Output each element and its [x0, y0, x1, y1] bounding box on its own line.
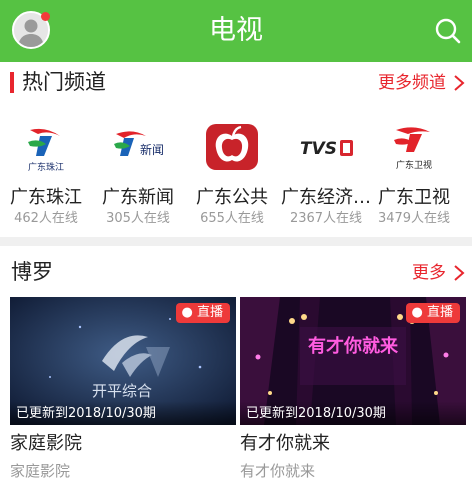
boluo-title: 博罗 [11, 260, 53, 284]
channel-item-guangdong-economy[interactable]: TVS 广东经济… 2367人在线 [280, 104, 372, 232]
svg-text:TVS: TVS [300, 139, 337, 159]
channel-name: 广东经济… [281, 187, 371, 208]
tvs-logo-icon: TVS [300, 139, 353, 159]
channel-online-count: 462人在线 [14, 211, 78, 226]
apple-logo-icon [206, 124, 258, 170]
svg-text:新闻: 新闻 [140, 142, 164, 157]
channel-online-count: 3479人在线 [377, 211, 451, 226]
page-title: 电视 [209, 15, 263, 46]
channel-name: 广东珠江 [10, 187, 82, 208]
channel-item-guangdong-public[interactable]: 广东公共 655人在线 [186, 104, 278, 232]
section-divider [0, 237, 472, 246]
live-badge: ● 直播 [405, 303, 460, 323]
channel-item-guangdong-news[interactable]: 新闻 广东新闻 305人在线 [92, 104, 184, 232]
program-card[interactable]: 开平综合 ● 直播 已更新到2018/10/30期 家庭影院 家庭影院 [10, 297, 236, 481]
search-icon[interactable] [434, 17, 462, 45]
channel-name: 广东新闻 [102, 187, 174, 208]
more-link[interactable]: 更多 [412, 262, 446, 284]
program-subtitle: 家庭影院 [10, 462, 71, 480]
svg-text:广东卫视: 广东卫视 [396, 159, 432, 171]
app-header: 电视 [0, 0, 472, 62]
channel-online-count: 2367人在线 [289, 211, 363, 226]
guangdong-zhujiang-logo-icon: 广东珠江 [28, 128, 64, 173]
program-thumbnail[interactable]: 有才你就来 ● 直播 已更新到2018/10/30期 [240, 297, 466, 425]
channel-item-guangdong-zhujiang[interactable]: 广东珠江 广东珠江 462人在线 [0, 104, 92, 232]
channel-item-guangdong-satellite[interactable]: 广东卫视 广东卫视 3479人在线 [368, 104, 460, 232]
hot-channels-title: 热门频道 [22, 70, 106, 94]
program-card[interactable]: 有才你就来 ● 直播 已更新到2018/10/30期 有才你就来 有才你就来 [240, 297, 466, 481]
hot-channels-list: 广东珠江 广东珠江 462人在线 新闻 广东新闻 305人在线 广东公共 655… [0, 104, 472, 232]
guangdong-news-logo-icon: 新闻 [114, 131, 164, 157]
channel-name: 广东卫视 [378, 187, 450, 208]
guangdong-satellite-logo-icon: 广东卫视 [394, 127, 432, 171]
more-channels-link[interactable]: 更多频道 [378, 72, 446, 94]
update-status: 已更新到2018/10/30期 [240, 401, 466, 425]
channel-name: 广东公共 [196, 187, 268, 208]
live-badge: ● 直播 [175, 303, 230, 323]
channel-online-count: 655人在线 [200, 211, 264, 226]
svg-text:广东珠江: 广东珠江 [28, 161, 64, 173]
hot-channels-header: 热门频道 更多频道 [0, 62, 472, 102]
program-title: 家庭影院 [10, 433, 82, 454]
svg-text:开平综合: 开平综合 [92, 382, 152, 400]
svg-text:有才你就来: 有才你就来 [308, 335, 399, 357]
program-thumbnail[interactable]: 开平综合 ● 直播 已更新到2018/10/30期 [10, 297, 236, 425]
chevron-right-icon[interactable] [453, 74, 465, 92]
channel-online-count: 305人在线 [106, 211, 170, 226]
boluo-header: 博罗 更多 [0, 252, 472, 292]
section-accent-bar [10, 72, 14, 93]
program-title: 有才你就来 [240, 433, 330, 454]
update-status: 已更新到2018/10/30期 [10, 401, 236, 425]
chevron-right-icon[interactable] [453, 264, 465, 282]
program-subtitle: 有才你就来 [240, 462, 316, 480]
